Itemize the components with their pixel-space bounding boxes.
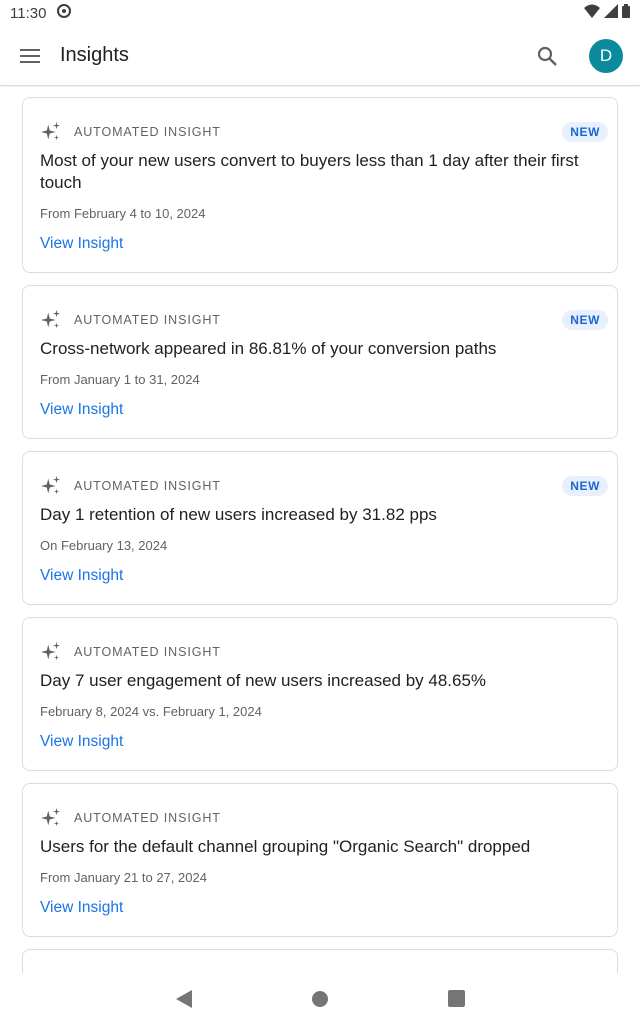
status-bar: 11:30: [0, 0, 640, 26]
sparkle-icon: [40, 641, 61, 661]
view-insight-link[interactable]: View Insight: [40, 401, 123, 419]
insight-kicker: AUTOMATED INSIGHT: [74, 313, 221, 327]
new-badge: NEW: [562, 122, 608, 142]
insights-list: AUTOMATED INSIGHT NEW Most of your new u…: [0, 87, 640, 973]
system-nav-bar: [0, 973, 640, 1024]
sync-icon: [56, 3, 72, 23]
view-insight-link[interactable]: View Insight: [40, 567, 123, 585]
search-button[interactable]: [523, 32, 571, 80]
insight-card[interactable]: AUTOMATED INSIGHT Users for the default …: [22, 783, 618, 937]
sparkle-icon: [40, 475, 61, 495]
insight-date: On February 13, 2024: [40, 538, 168, 553]
hamburger-menu-icon: [20, 48, 40, 63]
insight-card[interactable]: AUTOMATED INSIGHT NEW Cross-network appe…: [22, 285, 618, 439]
page-title: Insights: [60, 44, 129, 66]
insight-title: Day 7 user engagement of new users incre…: [40, 671, 487, 690]
view-insight-link[interactable]: View Insight: [40, 733, 123, 751]
new-badge: NEW: [562, 476, 608, 496]
insight-kicker: AUTOMATED INSIGHT: [74, 125, 221, 139]
app-bar: Insights D: [0, 26, 640, 86]
insight-card[interactable]: AUTOMATED INSIGHT NEW Most of your new u…: [22, 97, 618, 273]
insight-date: February 8, 2024 vs. February 1, 2024: [40, 704, 262, 719]
recents-square-icon: [447, 990, 465, 1007]
insight-date: From February 4 to 10, 2024: [40, 206, 206, 221]
sparkle-icon: [40, 309, 61, 329]
battery-icon: [622, 4, 630, 22]
search-icon: [537, 46, 557, 66]
insight-title: Cross-network appeared in 86.81% of your…: [40, 339, 497, 358]
back-button[interactable]: [172, 987, 196, 1011]
insight-kicker: AUTOMATED INSIGHT: [74, 479, 221, 493]
new-badge: NEW: [562, 310, 608, 330]
home-circle-icon: [312, 990, 328, 1007]
wifi-icon: [584, 4, 600, 22]
sparkle-icon: [40, 807, 61, 827]
insight-card[interactable]: AUTOMATED INSIGHT Day 7 user engagement …: [22, 617, 618, 771]
home-button[interactable]: [308, 987, 332, 1011]
signal-icon: [604, 4, 618, 22]
insight-card[interactable]: AUTOMATED INSIGHT NEW Day 1 retention of…: [22, 451, 618, 605]
insight-kicker: AUTOMATED INSIGHT: [74, 645, 221, 659]
status-time: 11:30: [10, 4, 47, 22]
back-triangle-icon: [176, 989, 192, 1008]
insight-card-partial[interactable]: [22, 949, 618, 973]
insight-title: Most of your new users convert to buyers…: [40, 151, 579, 192]
insight-date: From January 21 to 27, 2024: [40, 870, 207, 885]
account-avatar[interactable]: D: [589, 38, 623, 73]
insight-title: Day 1 retention of new users increased b…: [40, 505, 437, 524]
insight-kicker: AUTOMATED INSIGHT: [74, 811, 221, 825]
insight-title: Users for the default channel grouping "…: [40, 837, 531, 856]
sparkle-icon: [40, 121, 61, 141]
view-insight-link[interactable]: View Insight: [40, 235, 123, 253]
menu-button[interactable]: [0, 26, 60, 86]
view-insight-link[interactable]: View Insight: [40, 899, 123, 917]
recents-button[interactable]: [444, 987, 468, 1011]
insight-date: From January 1 to 31, 2024: [40, 372, 200, 387]
